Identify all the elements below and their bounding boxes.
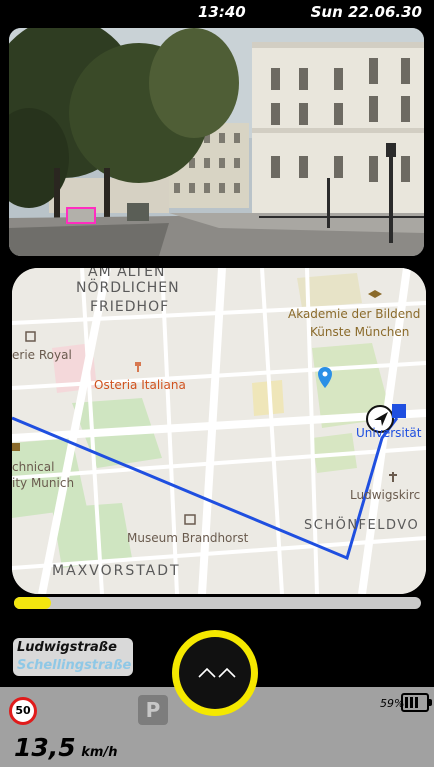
map-label-akademie-2[interactable]: Künste München (310, 325, 409, 339)
map-label-erie-royal[interactable]: erie Royal (12, 348, 72, 362)
battery-icon (401, 693, 432, 712)
street-name-box: Ludwigstraße Schellingstraße (13, 638, 133, 676)
camera-view (9, 28, 424, 256)
camera-feed-image (9, 28, 424, 256)
map-label-schoenfeld: SCHÖNFELDVO (304, 518, 420, 533)
navigation-map[interactable]: AM ALTEN NÖRDLICHEN FRIEDHOF Akademie de… (12, 268, 426, 594)
menu-button-inner (179, 637, 251, 709)
parking-icon[interactable]: P (138, 695, 168, 725)
map-label-ludwigskirche[interactable]: Ludwigskirc (350, 488, 420, 502)
speed-limit-sign: 50 (9, 697, 37, 725)
next-street-name: Schellingstraße (17, 658, 132, 673)
route-progress-bar (14, 597, 421, 609)
map-label-maxvorstadt: MAXVORSTADT (52, 563, 181, 579)
map-label-friedhof: FRIEDHOF (90, 299, 170, 315)
speed-value: 13,5 (14, 733, 76, 762)
status-bar: 13:40 Sun 22.06.30 (0, 0, 434, 26)
map-label-noerdlichen: NÖRDLICHEN (76, 280, 180, 296)
clock-time: 13:40 (198, 3, 246, 21)
map-label-am-alten: AM ALTEN (88, 268, 166, 280)
map-label-universitaet[interactable]: Universität (356, 426, 422, 440)
map-label-museum[interactable]: Museum Brandhorst (127, 531, 248, 545)
map-label-ity-munich[interactable]: ity Munich (12, 476, 74, 490)
speed-unit: km/h (81, 745, 118, 760)
map-label-akademie[interactable]: Akademie der Bildend (288, 307, 420, 321)
double-chevron-up-icon (198, 667, 236, 678)
date-text: Sun 22.06.30 (310, 3, 422, 21)
expand-menu-button[interactable] (172, 630, 258, 716)
map-label-osteria[interactable]: Osteria Italiana (94, 378, 186, 392)
map-label-chnical[interactable]: chnical (12, 460, 54, 474)
current-speed: 13,5 km/h (14, 733, 117, 762)
current-street-name: Ludwigstraße (17, 640, 117, 655)
route-progress-fill (14, 597, 51, 609)
